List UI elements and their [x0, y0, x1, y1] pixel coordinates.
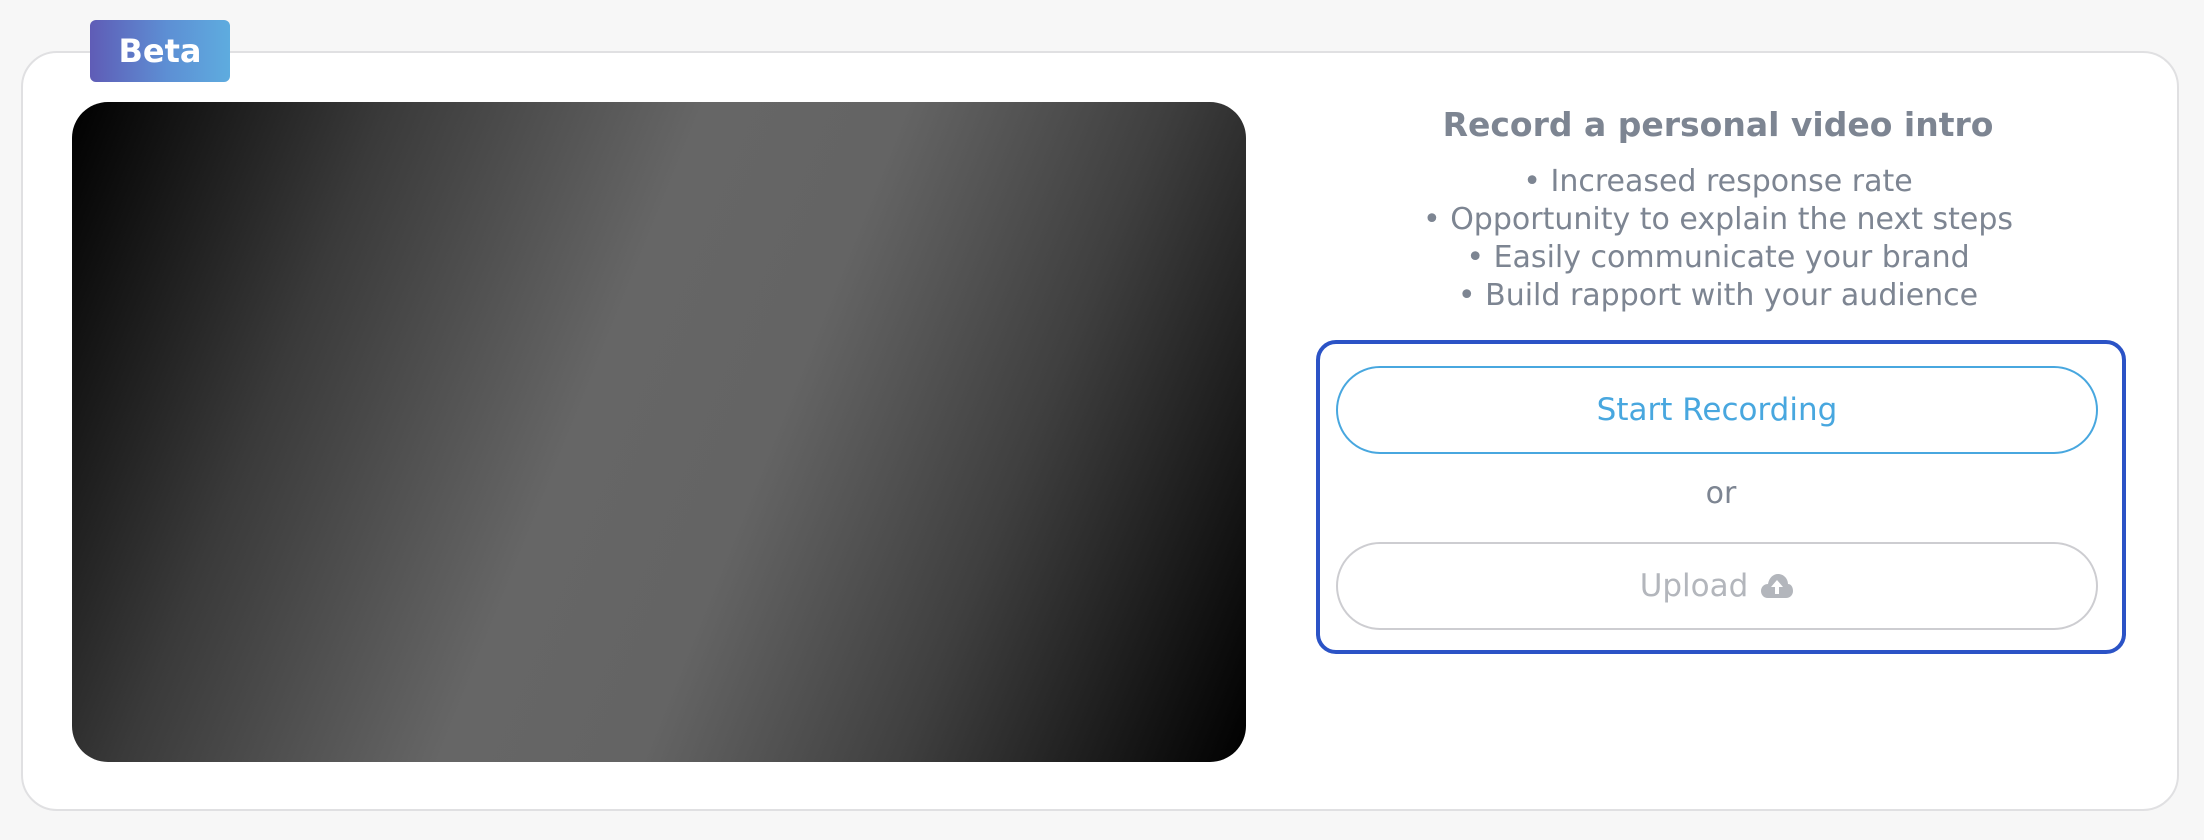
beta-badge-label: Beta — [118, 32, 202, 70]
intro-title: Record a personal video intro — [1442, 105, 1994, 144]
benefit-item: Increased response rate — [1300, 163, 2136, 201]
start-recording-button[interactable]: Start Recording — [1336, 366, 2098, 454]
upload-button[interactable]: Upload — [1336, 542, 2098, 630]
start-recording-label: Start Recording — [1596, 392, 1838, 428]
benefit-item: Build rapport with your audience — [1300, 277, 2136, 315]
benefit-item: Easily communicate your brand — [1300, 239, 2136, 277]
benefits-list: Increased response rate Opportunity to e… — [1300, 163, 2136, 315]
or-separator: or — [1705, 476, 1737, 511]
upload-label: Upload — [1639, 568, 1749, 604]
cloud-upload-icon — [1760, 572, 1794, 600]
recording-actions: Start Recording or Upload — [1316, 340, 2126, 654]
benefit-item: Opportunity to explain the next steps — [1300, 201, 2136, 239]
beta-badge: Beta — [90, 20, 230, 82]
video-preview — [72, 102, 1246, 762]
intro-info-panel: Record a personal video intro Increased … — [1300, 95, 2136, 315]
